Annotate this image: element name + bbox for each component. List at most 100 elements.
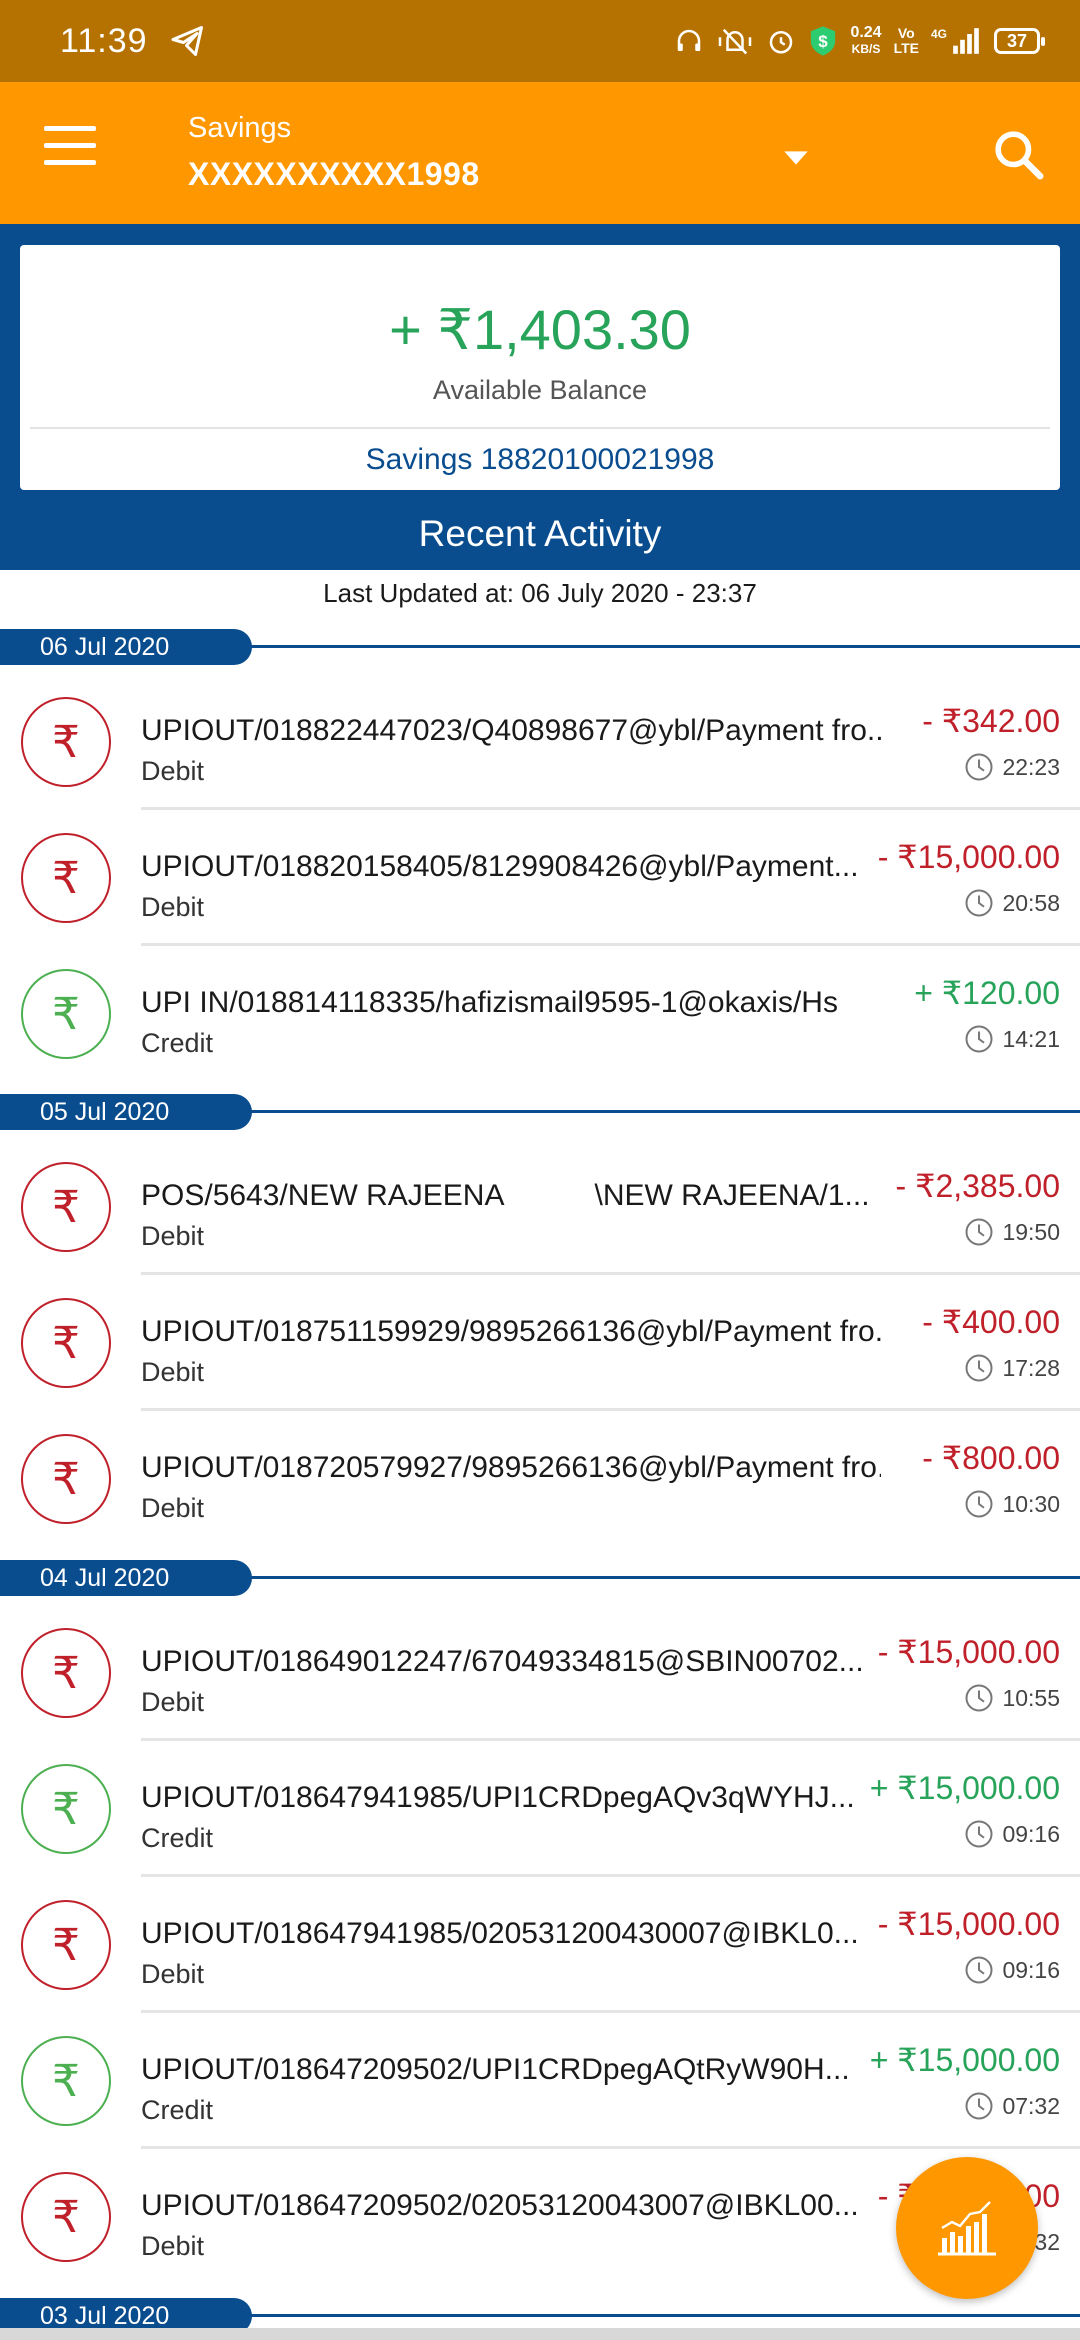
rupee-debit-icon: ₹ <box>21 833 111 923</box>
telegram-icon <box>171 26 203 56</box>
transaction-time-value: 14:21 <box>1002 1025 1060 1052</box>
headset-icon <box>678 29 701 51</box>
mute-vibrate-icon <box>719 28 752 55</box>
transaction-row[interactable]: ₹ UPIOUT/018647209502/UPI1CRDpegAQtRyW90… <box>0 2013 1080 2149</box>
account-type: Savings <box>188 112 292 144</box>
clock-icon <box>965 753 993 781</box>
clock-icon <box>965 1025 993 1053</box>
status-bar: 11:39 $ 0.24 KB/S Vo LTE 4G 37 <box>0 0 1080 82</box>
transaction-description: POS/5643/NEW RAJEENA \NEW RAJEENA/1... <box>141 1179 870 1212</box>
transaction-row[interactable]: ₹ UPIOUT/018820158405/8129908426@ybl/Pay… <box>0 810 1080 946</box>
chart-icon <box>938 2201 996 2256</box>
transaction-row[interactable]: ₹ UPIOUT/018647941985/020531200430007@IB… <box>0 1877 1080 2013</box>
network-speed: 0.24 KB/S <box>850 25 881 57</box>
battery-level: 37 <box>1006 31 1028 51</box>
shield-dollar-icon: $ <box>811 26 836 56</box>
alarm-icon <box>770 31 793 54</box>
transaction-time-value: 19:50 <box>1002 1218 1060 1245</box>
transaction-amount: - ₹800.00 <box>922 1440 1060 1476</box>
transaction-row[interactable]: ₹ UPIOUT/018822447023/Q40898677@ybl/Paym… <box>0 674 1080 810</box>
transaction-time: 20:58 <box>964 888 1060 918</box>
transaction-description: UPIOUT/018820158405/8129908426@ybl/Payme… <box>141 850 859 883</box>
transaction-description: UPIOUT/018751159929/9895266136@ybl/Payme… <box>141 1315 881 1348</box>
transaction-description: UPIOUT/018647209502/UPI1CRDpegAQtRyW90H.… <box>141 2053 850 2086</box>
transaction-time: 19:50 <box>964 1217 1060 1247</box>
transaction-row[interactable]: ₹ UPI IN/018814118335/hafizismail9595-1@… <box>0 946 1080 1082</box>
rupee-debit-icon: ₹ <box>21 1298 111 1388</box>
volte-indicator: Vo LTE <box>894 26 919 56</box>
network-speed-value: 0.24 <box>850 24 882 41</box>
transaction-type: Debit <box>141 892 205 922</box>
transaction-type: Debit <box>141 1221 205 1251</box>
transaction-row[interactable]: ₹ UPIOUT/018647941985/UPI1CRDpegAQv3qWYH… <box>0 1741 1080 1877</box>
transaction-time: 14:21 <box>964 1024 1060 1054</box>
transaction-row[interactable]: ₹ POS/5643/NEW RAJEENA \NEW RAJEENA/1...… <box>0 1139 1080 1275</box>
account-link[interactable]: Savings 18820100021998 <box>20 443 1060 477</box>
transaction-type: Debit <box>141 1357 205 1387</box>
available-balance-amount: + ₹1,403.30 <box>389 298 691 361</box>
rupee-debit-icon: ₹ <box>21 1628 111 1718</box>
clock-icon <box>965 1956 993 1984</box>
clock-icon <box>965 1820 993 1848</box>
signal-strength: 4G <box>931 27 982 55</box>
transaction-time-value: 10:55 <box>1002 1684 1060 1711</box>
transaction-time-value: 17:28 <box>1002 1354 1060 1381</box>
transaction-description: UPIOUT/018822447023/Q40898677@ybl/Paymen… <box>141 714 881 747</box>
date-label: 05 Jul 2020 <box>0 1094 252 1130</box>
transaction-row[interactable]: ₹ UPIOUT/018649012247/67049334815@SBIN00… <box>0 1605 1080 1741</box>
transaction-row[interactable]: ₹ UPIOUT/018751159929/9895266136@ybl/Pay… <box>0 1275 1080 1411</box>
transaction-time: 10:55 <box>964 1683 1060 1713</box>
rupee-debit-icon: ₹ <box>21 1434 111 1524</box>
transaction-amount: + ₹120.00 <box>914 975 1060 1011</box>
transaction-type: Credit <box>141 2095 214 2125</box>
last-updated-text: Last Updated at: 06 July 2020 - 23:37 <box>323 578 757 608</box>
search-icon[interactable] <box>990 126 1046 182</box>
transaction-amount: - ₹342.00 <box>922 703 1060 739</box>
transaction-time-value: 09:16 <box>1002 1820 1060 1847</box>
transaction-time-value: 09:16 <box>1002 1956 1060 1983</box>
transaction-description: UPIOUT/018649012247/67049334815@SBIN0070… <box>141 1645 864 1678</box>
balance-card: + ₹1,403.30 Available Balance Savings 18… <box>20 245 1060 490</box>
hamburger-menu-icon[interactable] <box>40 126 100 182</box>
transaction-time-value: 22:23 <box>1002 753 1060 780</box>
transaction-type: Debit <box>141 2231 205 2261</box>
transaction-time: 07:32 <box>964 2091 1060 2121</box>
transaction-time: 09:16 <box>964 1819 1060 1849</box>
transaction-time: 10:30 <box>964 1489 1060 1519</box>
transaction-type: Credit <box>141 1028 214 1058</box>
transaction-description: UPIOUT/018647941985/UPI1CRDpegAQv3qWYHJ.… <box>141 1781 855 1814</box>
transaction-description: UPIOUT/018647941985/020531200430007@IBKL… <box>141 1917 859 1950</box>
transaction-row[interactable]: ₹ UPIOUT/018720579927/9895266136@ybl/Pay… <box>0 1411 1080 1547</box>
rupee-debit-icon: ₹ <box>21 1162 111 1252</box>
rupee-credit-icon: ₹ <box>21 2036 111 2126</box>
clock-icon <box>965 2092 993 2120</box>
clock-icon <box>965 1218 993 1246</box>
recent-activity-title: Recent Activity <box>418 513 662 554</box>
transaction-time: 09:16 <box>964 1955 1060 1985</box>
rupee-debit-icon: ₹ <box>21 1900 111 1990</box>
app-bar: Savings XXXXXXXXXX1998 <box>0 82 1080 224</box>
transaction-type: Debit <box>141 1687 205 1717</box>
date-label: 04 Jul 2020 <box>0 1560 252 1596</box>
network-type: 4G <box>930 27 947 41</box>
transaction-amount: - ₹15,000.00 <box>877 1634 1060 1670</box>
signal-icon <box>953 28 979 54</box>
chart-fab-button[interactable] <box>896 2157 1038 2299</box>
rupee-credit-icon: ₹ <box>21 969 111 1059</box>
network-speed-unit: KB/S <box>851 42 881 56</box>
caret-down-icon[interactable] <box>776 138 816 178</box>
transaction-time-value: 07:32 <box>1002 2092 1060 2119</box>
rupee-credit-icon: ₹ <box>21 1764 111 1854</box>
account-number-selector[interactable]: XXXXXXXXXX1998 <box>188 156 480 193</box>
transaction-type: Credit <box>141 1823 214 1853</box>
rupee-debit-icon: ₹ <box>21 697 111 787</box>
transaction-time-value: 20:58 <box>1002 889 1060 916</box>
transaction-amount: - ₹2,385.00 <box>895 1168 1060 1204</box>
transaction-time-value: 10:30 <box>1002 1490 1060 1517</box>
date-header: 06 Jul 2020 <box>0 629 1080 665</box>
svg-text:$: $ <box>819 32 829 51</box>
transaction-amount: + ₹15,000.00 <box>869 1770 1060 1806</box>
clock-icon <box>965 1684 993 1712</box>
transaction-type: Debit <box>141 1959 205 1989</box>
volte-top: Vo <box>897 25 915 41</box>
